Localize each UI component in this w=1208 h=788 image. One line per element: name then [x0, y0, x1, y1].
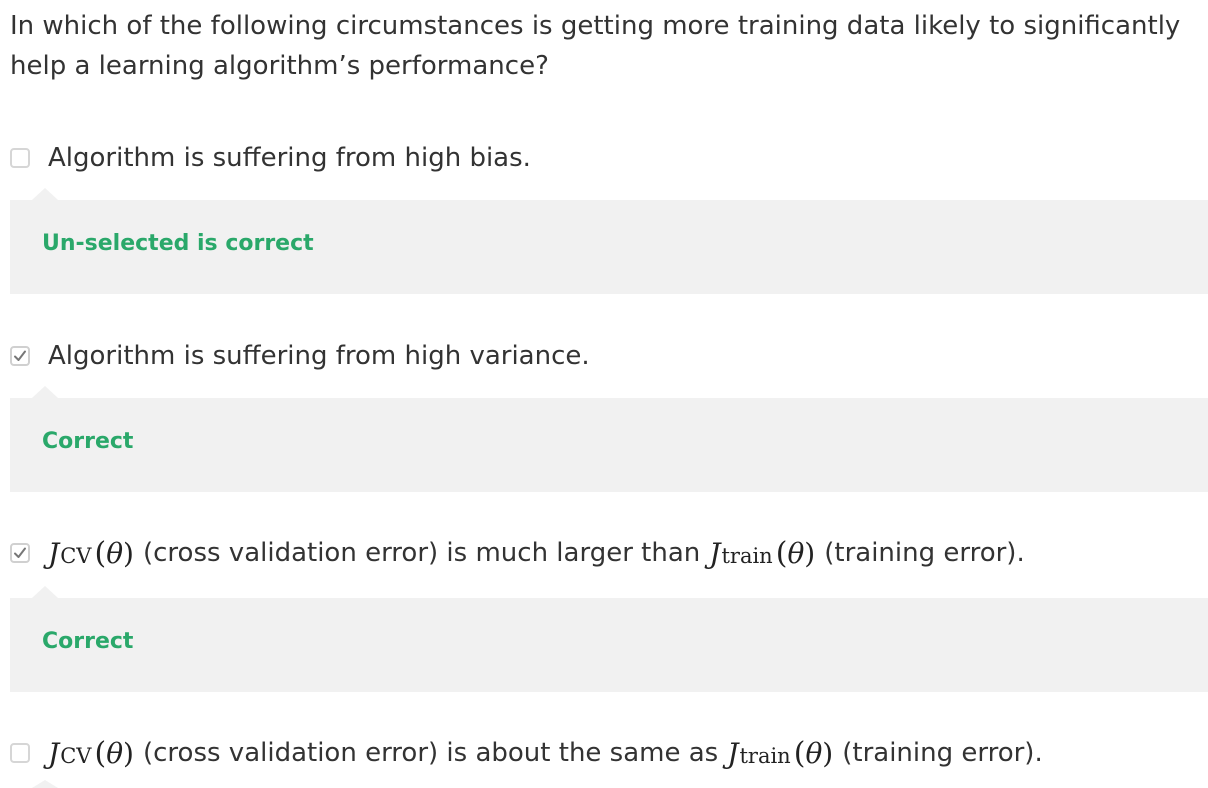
feedback-text: Un-selected is correct — [42, 231, 314, 256]
option-label: Algorithm is suffering from high varianc… — [48, 341, 590, 371]
checkmark-icon — [14, 350, 26, 361]
math-jcv: J CV(θ) — [48, 735, 134, 771]
option-label: Algorithm is suffering from high bias. — [48, 143, 531, 173]
math-jtrain: Jtrain(θ) — [727, 735, 834, 771]
math-jcv: J CV(θ) — [48, 535, 134, 571]
checkmark-icon — [14, 547, 26, 558]
feedback-text: Correct — [42, 429, 134, 454]
feedback-text: Correct — [42, 629, 134, 654]
option-text: (cross validation error) is about the sa… — [142, 738, 719, 768]
checkbox-checked[interactable] — [10, 543, 30, 563]
feedback-box-pointer — [32, 780, 58, 788]
option-text: (training error). — [842, 738, 1043, 768]
question-text: In which of the following circumstances … — [10, 11, 1181, 81]
option-high-variance[interactable]: Algorithm is suffering from high varianc… — [10, 336, 590, 376]
checkbox-unchecked[interactable] — [10, 743, 30, 763]
option-high-bias[interactable]: Algorithm is suffering from high bias. — [10, 138, 531, 178]
math-jtrain: Jtrain(θ) — [709, 535, 816, 571]
feedback-box: Correct — [10, 586, 1208, 692]
checkbox-unchecked[interactable] — [10, 148, 30, 168]
feedback-box: Un-selected is correct — [10, 188, 1208, 294]
option-text: (cross validation error) is much larger … — [142, 538, 701, 568]
option-jcv-larger[interactable]: J CV(θ) (cross validation error) is much … — [10, 533, 1025, 573]
feedback-box: Correct — [10, 386, 1208, 492]
checkbox-checked[interactable] — [10, 346, 30, 366]
option-jcv-same[interactable]: J CV(θ) (cross validation error) is about… — [10, 733, 1043, 773]
option-text: (training error). — [824, 538, 1025, 568]
